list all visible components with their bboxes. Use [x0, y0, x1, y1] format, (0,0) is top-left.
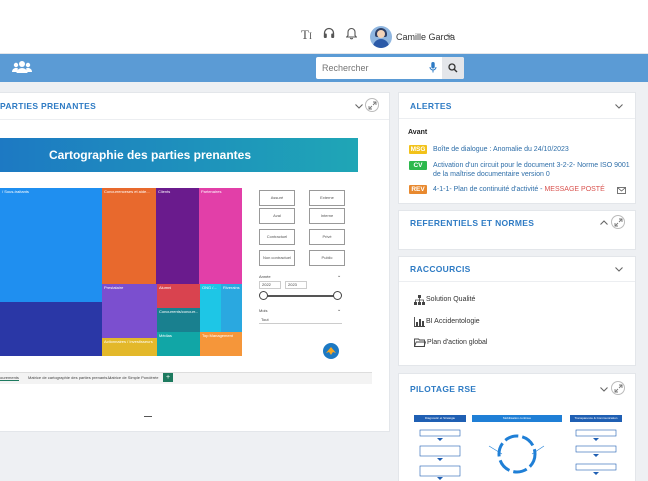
report-title: Cartographie des parties prenantes — [48, 148, 252, 162]
microphone-icon[interactable] — [429, 61, 437, 74]
chevron-down-icon[interactable]: ⌄ — [337, 273, 341, 279]
slicer-button[interactable]: Non contractuel — [259, 250, 295, 266]
report-tab[interactable]: Matrice de cartographie des parties pren… — [28, 375, 111, 380]
embedded-report: Cartographie des parties prenantes / Sou… — [0, 138, 358, 370]
folder-icon — [414, 338, 427, 350]
shortcut-link[interactable]: Plan d'action global — [427, 339, 488, 346]
status-badge: MSG — [409, 145, 427, 154]
slicer-button[interactable]: Externe — [309, 190, 345, 206]
panel-title: PILOTAGE RSE — [410, 384, 477, 394]
expand-button[interactable] — [611, 215, 625, 229]
report-tab[interactable]: ourements — [0, 375, 19, 381]
chevron-up-icon[interactable] — [599, 218, 609, 228]
treemap-cell[interactable]: Concurrents/concurr... — [157, 308, 200, 332]
slicer-button[interactable]: Contractuel — [259, 229, 295, 245]
treemap-cell[interactable]: Prestataire — [102, 284, 157, 338]
chevron-down-icon[interactable] — [614, 101, 624, 111]
slicer-button[interactable]: Privé — [309, 229, 345, 245]
avatar[interactable] — [370, 26, 392, 48]
year-from-input[interactable]: 2022 — [259, 281, 281, 289]
standards-panel — [398, 210, 636, 250]
expand-icon — [614, 218, 623, 227]
search-input[interactable] — [316, 57, 442, 79]
alert-link[interactable]: 4-1-1- Plan de continuité d'activité - M… — [433, 185, 605, 194]
slider-handle[interactable] — [333, 291, 342, 300]
flow-header: Transparence & Communication — [570, 415, 622, 422]
shortcut-link[interactable]: BI Accidentologie — [426, 318, 480, 325]
treemap-cell[interactable]: Top Management — [200, 332, 242, 356]
treemap-cell[interactable]: / Sous-traitants — [0, 188, 102, 302]
treemap-cell[interactable]: Actionnaires / Investisseurs — [102, 338, 157, 356]
flow-header: Diagnostic et Stratégie — [414, 415, 466, 422]
report-tab[interactable]: Matrice de Simple Pondérée — [108, 375, 158, 380]
hierarchy-icon — [414, 295, 425, 308]
alert-highlight: MESSAGE POSTÉ — [544, 186, 605, 193]
slicer-button[interactable]: Aval — [259, 208, 295, 224]
add-tab-button[interactable]: + — [163, 373, 173, 382]
treemap-cell[interactable]: Alumni — [157, 284, 200, 308]
page-marker: — — [144, 412, 152, 421]
status-badge: CV — [409, 161, 427, 170]
bar-chart-icon — [414, 317, 425, 330]
bell-icon[interactable] — [345, 27, 358, 43]
treemap-cell[interactable]: Clients — [156, 188, 199, 284]
year-to-input[interactable]: 2023 — [285, 281, 307, 289]
alert-link-continued[interactable]: de la maîtrise documentaire version 0 — [433, 170, 550, 179]
month-label: Mois — [259, 308, 268, 313]
shortcut-link[interactable]: Solution Qualité — [426, 296, 475, 303]
search-icon — [448, 63, 458, 73]
company-logo — [323, 343, 339, 359]
headset-icon[interactable] — [323, 27, 335, 43]
top-header: TI Camille Garcia — [0, 0, 648, 54]
panel-title: ALERTES — [410, 101, 452, 111]
panel-title: REFERENTIELS ET NORMES — [410, 218, 535, 228]
slider-handle[interactable] — [259, 291, 268, 300]
search-button[interactable] — [442, 57, 464, 79]
panel-title: RACCOURCIS — [410, 264, 471, 274]
expand-button[interactable] — [611, 381, 625, 395]
rse-flow-diagram — [419, 429, 617, 480]
alert-link[interactable]: Boîte de dialogue : Anomalie du 24/10/20… — [433, 145, 569, 154]
year-slider-track[interactable] — [263, 295, 337, 297]
expand-icon — [368, 101, 377, 110]
chevron-down-icon[interactable] — [446, 31, 453, 41]
flow-header: Mobilisation continue — [472, 415, 562, 422]
chevron-down-icon[interactable] — [614, 264, 624, 274]
alerts-subtitle: Avant — [408, 129, 428, 136]
month-select[interactable]: Tout — [259, 315, 342, 324]
treemap-cell[interactable]: ONG /... — [200, 284, 221, 332]
alert-link[interactable]: Activation d'un circuit pour le document… — [433, 161, 630, 170]
treemap-cell[interactable]: Concurrenceses et aide... — [102, 188, 156, 284]
treemap-cell[interactable]: Partenaires — [199, 188, 242, 284]
treemap-cell[interactable]: Riverains — [221, 284, 242, 332]
treemap-cell[interactable]: Médias — [157, 332, 200, 356]
treemap-cell[interactable] — [0, 302, 102, 356]
chevron-down-icon[interactable]: ⌄ — [337, 307, 341, 313]
chevron-down-icon[interactable] — [354, 101, 364, 111]
search-box — [316, 57, 464, 79]
envelope-icon[interactable] — [617, 185, 626, 197]
year-label: Année — [259, 274, 271, 279]
text-size-icon[interactable]: TI — [301, 28, 312, 43]
report-banner: Cartographie des parties prenantes — [0, 138, 358, 172]
expand-button[interactable] — [365, 98, 379, 112]
expand-icon — [614, 384, 623, 393]
status-badge: REV — [409, 185, 427, 194]
slicer-button[interactable]: Interne — [309, 208, 345, 224]
slicer-button[interactable]: Public — [309, 250, 345, 266]
slicer-button[interactable]: Assuré — [259, 190, 295, 206]
panel-title: PARTIES PRENANTES — [0, 101, 97, 111]
chevron-down-icon[interactable] — [599, 384, 609, 394]
users-group-icon[interactable] — [11, 60, 33, 74]
